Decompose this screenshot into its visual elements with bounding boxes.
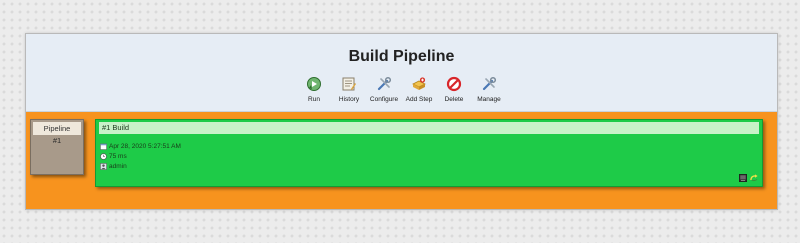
build-duration: 75 ms xyxy=(109,152,127,160)
run-icon xyxy=(307,77,321,91)
run-label: Run xyxy=(308,96,320,103)
configure-label: Configure xyxy=(369,96,399,103)
rebuild-icon[interactable] xyxy=(750,174,758,182)
build-user-row: admin xyxy=(100,161,762,171)
build-card[interactable]: #1 Build Apr 28, 2020 5:27:51 AM 75 ms a… xyxy=(95,119,763,187)
build-actions xyxy=(739,174,758,182)
console-icon[interactable] xyxy=(739,174,747,182)
configure-icon xyxy=(377,76,392,91)
build-date-row: Apr 28, 2020 5:27:51 AM xyxy=(100,141,762,151)
pipeline-view: Build Pipeline Run History Configure Add… xyxy=(25,33,778,210)
page-title: Build Pipeline xyxy=(348,48,455,65)
history-button[interactable]: History xyxy=(331,76,368,103)
history-label: History xyxy=(338,96,360,103)
build-date: Apr 28, 2020 5:27:51 AM xyxy=(109,142,181,150)
toolbar: Run History Configure Add Step Delete Ma… xyxy=(26,76,777,103)
header: Build Pipeline Run History Configure Add… xyxy=(26,34,777,112)
pipeline-label: Pipeline xyxy=(33,122,81,135)
add-step-button[interactable]: Add Step xyxy=(401,76,438,103)
pipeline-number: #1 xyxy=(52,136,62,145)
build-duration-row: 75 ms xyxy=(100,151,762,161)
delete-icon xyxy=(446,76,462,92)
build-user: admin xyxy=(109,162,127,170)
delete-button[interactable]: Delete xyxy=(436,76,473,103)
calendar-icon xyxy=(100,143,107,150)
history-icon xyxy=(342,77,356,91)
add-step-icon xyxy=(412,77,426,90)
manage-label: Manage xyxy=(477,96,501,103)
build-details: Apr 28, 2020 5:27:51 AM 75 ms admin xyxy=(96,141,762,171)
pipeline-card[interactable]: Pipeline #1 xyxy=(30,119,84,175)
delete-label: Delete xyxy=(444,96,464,103)
user-icon xyxy=(100,162,107,170)
manage-button[interactable]: Manage xyxy=(471,76,508,103)
clock-icon xyxy=(100,152,107,160)
add-step-label: Add Step xyxy=(405,96,433,103)
configure-button[interactable]: Configure xyxy=(366,76,403,103)
manage-icon xyxy=(482,76,497,91)
build-title[interactable]: #1 Build xyxy=(99,122,759,134)
run-button[interactable]: Run xyxy=(296,76,333,103)
